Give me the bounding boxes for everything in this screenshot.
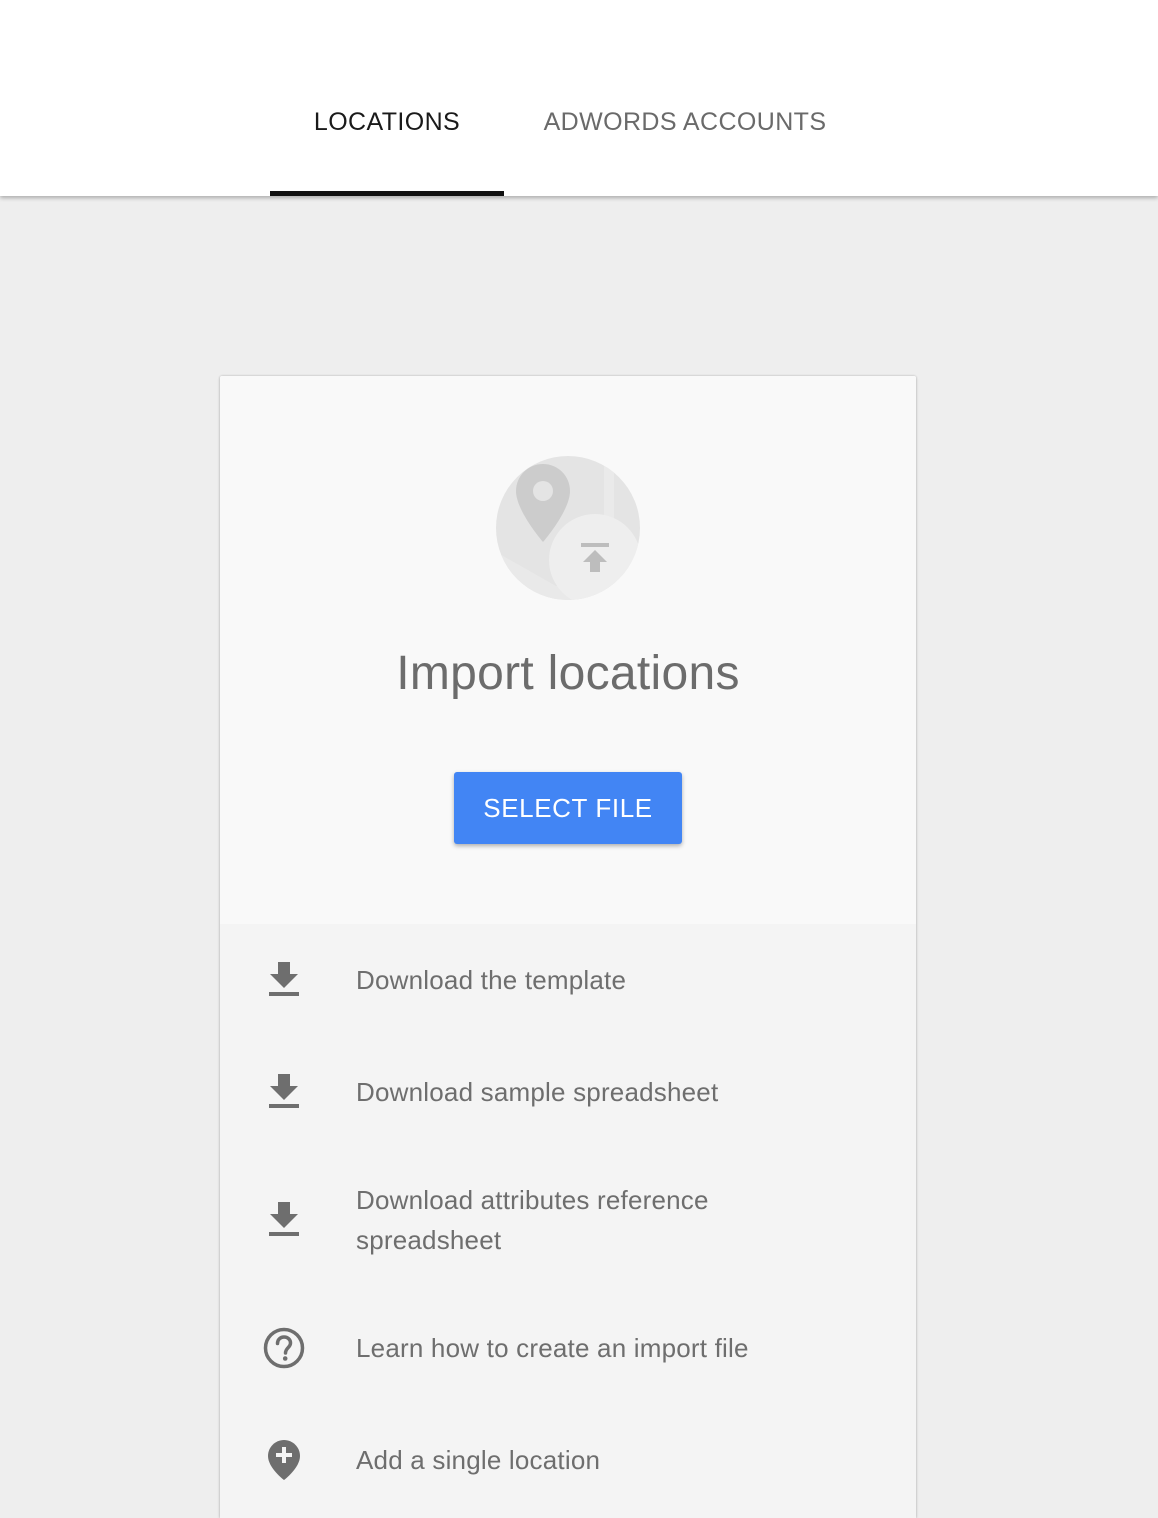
download-attributes-link[interactable]: Download attributes reference spreadshee… bbox=[220, 1174, 916, 1266]
map-upload-icon bbox=[496, 456, 640, 600]
download-icon bbox=[260, 956, 308, 1004]
tab-active-indicator bbox=[270, 191, 504, 196]
tab-bar: LOCATIONS ADWORDS ACCOUNTS bbox=[0, 0, 1158, 196]
learn-import-file-label: Learn how to create an import file bbox=[356, 1333, 749, 1363]
download-icon bbox=[260, 1196, 308, 1244]
learn-import-file-link[interactable]: Learn how to create an import file bbox=[220, 1322, 916, 1374]
add-location-icon bbox=[260, 1436, 308, 1484]
add-single-location-label: Add a single location bbox=[356, 1445, 601, 1475]
add-single-location-link[interactable]: Add a single location bbox=[220, 1434, 916, 1486]
tab-locations[interactable]: LOCATIONS bbox=[270, 100, 504, 196]
select-file-button[interactable]: SELECT FILE bbox=[454, 772, 682, 844]
download-sample-link[interactable]: Download sample spreadsheet bbox=[220, 1066, 916, 1118]
import-title: Import locations bbox=[396, 647, 740, 700]
import-card: Import locations SELECT FILE Download th… bbox=[220, 376, 916, 1518]
download-sample-label: Download sample spreadsheet bbox=[356, 1077, 719, 1107]
download-icon bbox=[260, 1068, 308, 1116]
tab-adwords-accounts[interactable]: ADWORDS ACCOUNTS bbox=[510, 100, 860, 196]
download-template-link[interactable]: Download the template bbox=[220, 954, 916, 1006]
tab-locations-label: LOCATIONS bbox=[313, 107, 461, 136]
import-card-header: Import locations SELECT FILE bbox=[220, 376, 916, 924]
tab-adwords-accounts-label: ADWORDS ACCOUNTS bbox=[543, 107, 827, 136]
download-template-label: Download the template bbox=[356, 965, 627, 995]
help-circle-icon bbox=[260, 1324, 308, 1372]
download-attributes-label: Download attributes reference spreadshee… bbox=[356, 1185, 709, 1255]
